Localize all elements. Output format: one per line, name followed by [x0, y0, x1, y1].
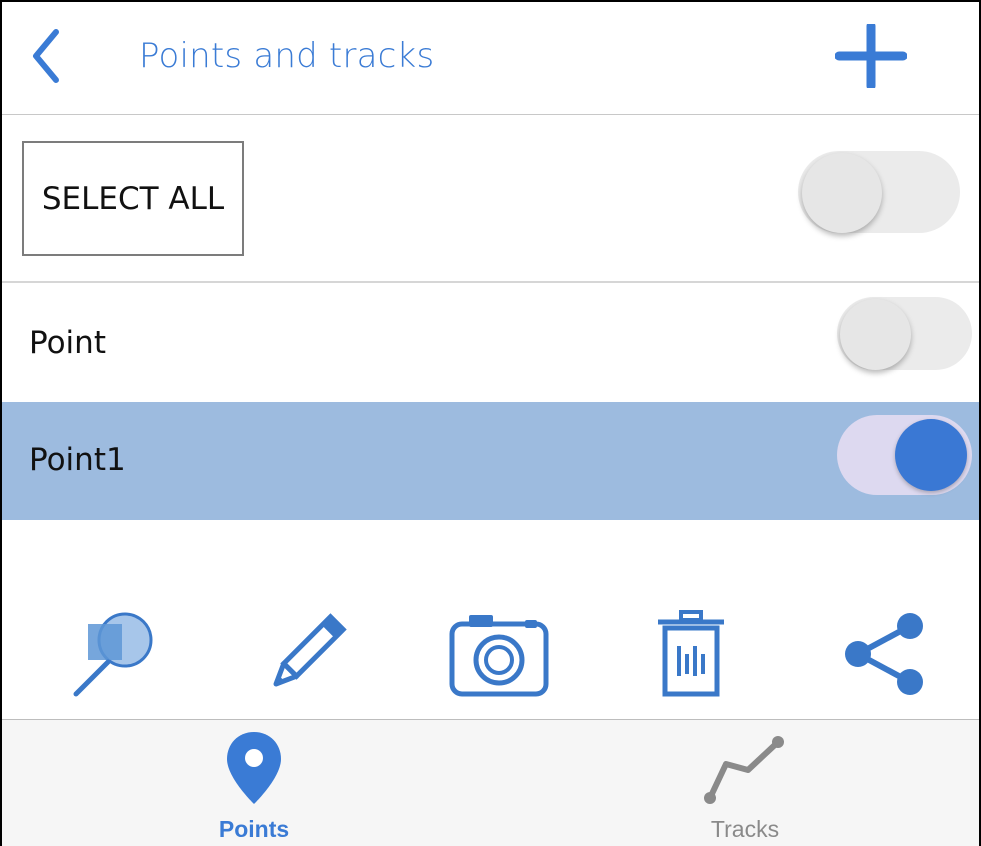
- location-pin-icon: [227, 732, 281, 804]
- camera-icon: [449, 615, 549, 697]
- track-icon: [704, 736, 784, 804]
- add-button[interactable]: [834, 21, 908, 91]
- back-button[interactable]: [24, 24, 74, 88]
- toggle-knob: [840, 299, 911, 370]
- tab-label: Tracks: [710, 816, 780, 842]
- list-item[interactable]: Point: [2, 285, 979, 403]
- zoom-to-button[interactable]: [70, 610, 160, 700]
- toggle-knob: [895, 419, 967, 491]
- select-all-row: SELECT ALL: [2, 116, 979, 283]
- tab-points[interactable]: Points: [154, 720, 354, 846]
- select-all-label: SELECT ALL: [41, 180, 225, 217]
- page-title: Points and tracks: [139, 36, 435, 76]
- delete-button[interactable]: [655, 610, 727, 700]
- trash-icon: [658, 610, 724, 697]
- tab-tracks[interactable]: Tracks: [645, 720, 845, 846]
- edit-button[interactable]: [260, 610, 350, 700]
- share-button[interactable]: [840, 610, 930, 700]
- item-visibility-toggle[interactable]: [837, 297, 972, 370]
- select-all-button[interactable]: SELECT ALL: [22, 141, 244, 256]
- app-screen: Points and tracks SELECT ALL Point Point…: [0, 0, 981, 846]
- list-item-label: Point: [29, 325, 106, 361]
- chevron-left-icon: [33, 29, 59, 83]
- zoom-to-icon: [73, 612, 153, 697]
- list-item[interactable]: Point1: [2, 402, 979, 520]
- item-visibility-toggle[interactable]: [837, 415, 972, 495]
- list-item-label: Point1: [29, 442, 126, 478]
- plus-icon: [834, 21, 908, 91]
- toggle-knob: [802, 153, 882, 233]
- select-all-toggle[interactable]: [798, 151, 960, 233]
- navigation-bar: Points and tracks: [2, 2, 979, 115]
- tab-label: Points: [218, 816, 290, 842]
- share-icon: [845, 613, 923, 695]
- tab-bar: Points Tracks: [2, 719, 979, 846]
- pencil-icon: [273, 613, 347, 687]
- camera-button[interactable]: [449, 610, 549, 700]
